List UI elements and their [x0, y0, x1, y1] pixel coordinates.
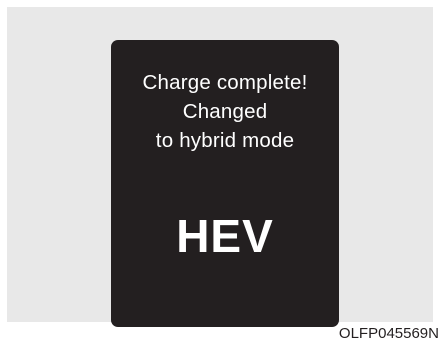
message-line-1: Charge complete!	[142, 71, 308, 94]
charge-message: Charge complete! Changed to hybrid mode	[111, 68, 339, 155]
figure-code: OLFP045569N	[338, 325, 439, 342]
drive-mode-label: HEV	[176, 210, 274, 262]
cluster-display-screen: Charge complete! Changed to hybrid mode …	[111, 40, 339, 327]
message-line-2: Changed	[182, 100, 268, 123]
message-line-3: to hybrid mode	[155, 129, 295, 152]
